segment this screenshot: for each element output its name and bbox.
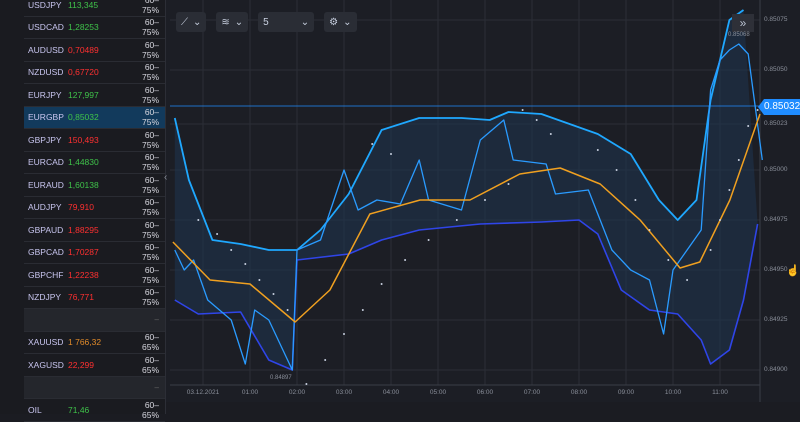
sar-dot [728, 189, 731, 191]
chevron-down-icon: ⌄ [300, 16, 310, 28]
asset-price: 71,46 [68, 404, 90, 415]
x-tick-label: 07:00 [523, 389, 541, 396]
sar-dot [686, 279, 689, 281]
chart-type-button[interactable]: ⟋ ⌄ [176, 12, 207, 32]
chevron-down-icon: ⌄ [343, 16, 352, 28]
sar-dot [507, 183, 510, 185]
y-tick-label: 0.85023 [764, 120, 788, 127]
x-tick-label: 03:00 [335, 389, 353, 396]
y-tick-label: 0.85075 [764, 16, 788, 23]
sar-dot [737, 159, 740, 161]
sar-dot [455, 219, 458, 221]
scroll-to-latest-button[interactable]: » [732, 14, 754, 32]
sar-dot [390, 153, 392, 155]
watchlist-row[interactable]: OIL 71,46 60–65% [24, 399, 165, 422]
sar-dot [230, 249, 233, 251]
x-tick-label: 05:00 [429, 389, 447, 396]
asset-payout: 60–65% [141, 399, 159, 420]
sar-dot [709, 249, 712, 251]
sar-dot [380, 283, 383, 285]
indicators-icon: ≋ [221, 16, 230, 28]
chevron-down-icon: ⌄ [193, 16, 202, 28]
indicators-button[interactable]: ≋ ⌄ [216, 12, 249, 32]
chart-plot[interactable]: ☝ [0, 0, 800, 402]
x-tick-label: 10:00 [664, 389, 682, 396]
sar-dot [216, 233, 219, 235]
sar-dot [371, 143, 374, 145]
y-tick-label: 0.84975 [764, 216, 788, 223]
sar-dot [634, 199, 637, 201]
y-tick-label: 0.84925 [764, 316, 788, 323]
sar-dot [596, 149, 599, 151]
double-chevron-right-icon: » [739, 16, 747, 30]
sar-dot [648, 229, 651, 231]
current-price-label: 0.85032 [758, 99, 800, 115]
x-tick-label: 04:00 [382, 389, 400, 396]
x-tick-label: 08:00 [570, 389, 588, 396]
sar-dot [535, 119, 538, 121]
timeframe-select[interactable]: 5 ⌄ [258, 12, 315, 32]
sar-dot [305, 383, 308, 385]
chart-toolbar: ⟋ ⌄ ≋ ⌄ 5 ⌄ ⚙ ⌄ [176, 12, 357, 32]
x-tick-label: 06:00 [476, 389, 494, 396]
x-tick-label: 02:00 [288, 389, 306, 396]
x-tick-label: 03.12.2021 [186, 389, 220, 396]
x-tick-label: 11:00 [712, 389, 728, 396]
sar-dot [324, 359, 327, 361]
sar-dot [343, 333, 345, 335]
sar-dot [427, 239, 430, 241]
sar-dot [719, 219, 721, 221]
hand-cursor-icon: ☝ [786, 263, 800, 277]
sar-dot [667, 259, 670, 261]
y-tick-label: 0.85000 [764, 166, 788, 173]
line-chart-icon: ⟋ [181, 16, 188, 28]
sar-dot [197, 219, 200, 221]
sar-dot [404, 259, 407, 261]
sar-dot [286, 309, 289, 311]
y-tick-label: 0.84900 [764, 366, 788, 373]
settings-button[interactable]: ⚙ ⌄ [324, 12, 357, 32]
sar-dot [258, 279, 261, 281]
sar-dot [361, 309, 364, 311]
sar-dot [272, 293, 275, 295]
low-annotation: 0.84897 [270, 375, 292, 381]
high-annotation: 0.85068 [728, 32, 750, 38]
sar-dot [244, 263, 247, 265]
y-tick-label: 0.84950 [764, 266, 788, 273]
sar-dot [521, 109, 524, 111]
sar-dot [615, 169, 618, 171]
chevron-left-icon[interactable]: ‹ [164, 172, 167, 183]
chevron-down-icon: ⌄ [234, 16, 244, 28]
timeframe-value: 5 [263, 16, 269, 28]
sar-dot [756, 109, 759, 111]
sar-dot [747, 125, 750, 127]
gear-icon: ⚙ [329, 16, 339, 28]
sar-dot [484, 199, 486, 201]
x-tick-label: 09:00 [617, 389, 635, 396]
sar-dot [549, 133, 552, 135]
x-tick-label: 01:00 [241, 389, 259, 396]
asset-symbol: OIL [28, 404, 42, 415]
y-tick-label: 0.85050 [764, 66, 788, 73]
